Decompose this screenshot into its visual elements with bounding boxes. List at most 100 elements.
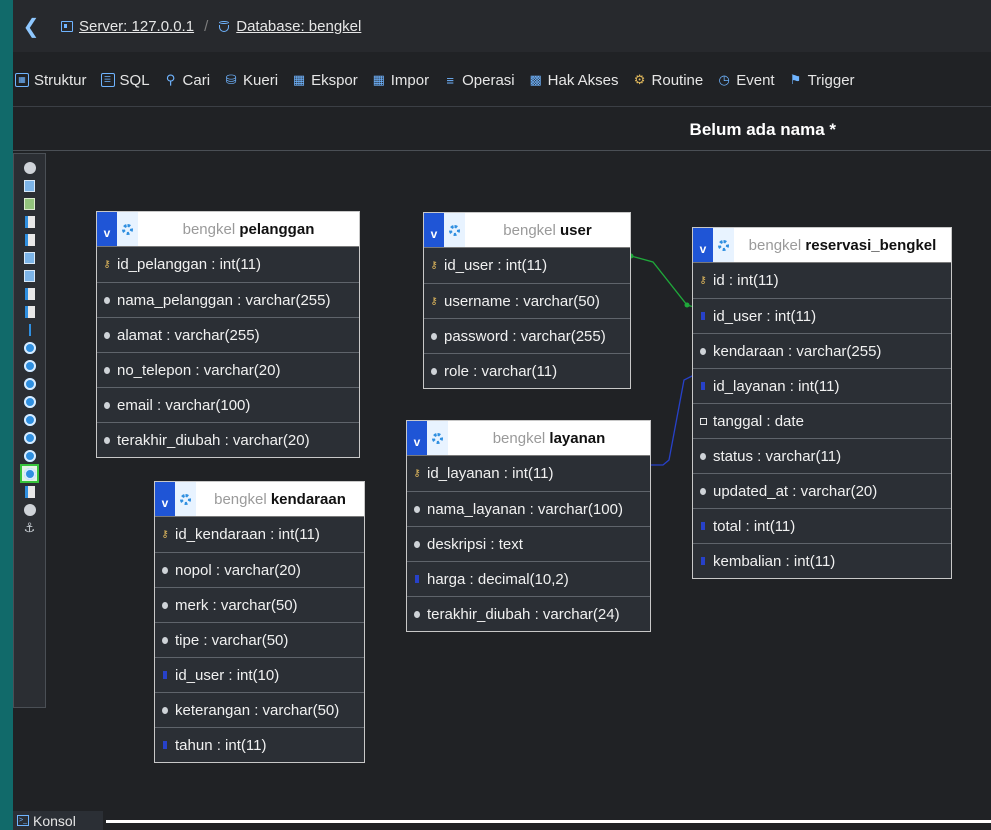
table-header[interactable]: v bengkel pelanggan [97,212,359,247]
field-icon [104,331,110,339]
numeric-icon [701,522,705,530]
column-text: updated_at : varchar(20) [713,482,878,500]
column-text: nama_layanan : varchar(100) [427,500,623,518]
column-text: nopol : varchar(20) [175,561,301,579]
column-row[interactable]: nama_pelanggan : varchar(255) [97,282,359,317]
gear-icon[interactable] [713,228,734,262]
column-row[interactable]: ⚷ id_pelanggan : int(11) [97,247,359,282]
table-header[interactable]: v bengkel reservasi_bengkel [693,228,951,263]
column-row[interactable]: kendaraan : varchar(255) [693,333,951,368]
numeric-icon [415,575,419,583]
table-header[interactable]: v bengkel user [424,213,630,248]
gear-icon[interactable] [175,482,196,516]
table-header[interactable]: v bengkel kendaraan [155,482,364,517]
gear-icon[interactable] [444,213,465,247]
table-card-user[interactable]: v bengkel user ⚷ id_user : int(11) ⚷ usern… [423,212,631,389]
toggle-columns-button[interactable]: v [97,212,117,246]
column-text: terakhir_diubah : varchar(24) [427,605,620,623]
toggle-columns-button[interactable]: v [693,228,713,262]
column-row[interactable]: updated_at : varchar(20) [693,473,951,508]
column-text: id_user : int(10) [175,666,280,684]
column-text: id_kendaraan : int(11) [175,526,320,543]
column-row[interactable]: terakhir_diubah : varchar(24) [407,596,650,631]
column-text: keterangan : varchar(50) [175,701,340,719]
toggle-columns-button[interactable]: v [155,482,175,516]
column-row[interactable]: keterangan : varchar(50) [155,692,364,727]
column-row[interactable]: ⚷ id : int(11) [693,263,951,298]
date-icon [699,417,707,425]
column-text: username : varchar(50) [444,292,600,310]
column-row[interactable]: no_telepon : varchar(20) [97,352,359,387]
primary-key-icon: ⚷ [161,529,169,540]
table-name: kendaraan [270,490,346,508]
table-card-kendaraan[interactable]: v bengkel kendaraan ⚷ id_kendaraan : int(… [154,481,365,763]
numeric-icon [701,382,705,390]
table-card-pelanggan[interactable]: v bengkel pelanggan ⚷ id_pelanggan : int(… [96,211,360,458]
column-row[interactable]: terakhir_diubah : varchar(20) [97,422,359,457]
primary-key-icon: ⚷ [103,259,111,270]
column-text: role : varchar(11) [444,362,558,380]
column-row[interactable]: role : varchar(11) [424,353,630,388]
table-header[interactable]: v bengkel layanan [407,421,650,456]
field-icon [104,436,110,444]
column-row[interactable]: ⚷ id_layanan : int(11) [407,456,650,491]
column-row[interactable]: merk : varchar(50) [155,587,364,622]
column-text: id_pelanggan : int(11) [117,256,261,273]
field-icon [414,505,420,513]
column-row[interactable]: alamat : varchar(255) [97,317,359,352]
column-row[interactable]: id_user : int(11) [693,298,951,333]
column-row[interactable]: status : varchar(11) [693,438,951,473]
column-row[interactable]: ⚷ username : varchar(50) [424,283,630,318]
column-text: tahun : int(11) [175,736,267,754]
toggle-columns-button[interactable]: v [407,421,427,455]
table-card-layanan[interactable]: v bengkel layanan ⚷ id_layanan : int(11) … [406,420,651,632]
field-icon [162,566,168,574]
column-row[interactable]: tahun : int(11) [155,727,364,762]
column-text: kendaraan : varchar(255) [713,342,882,360]
column-text: nama_pelanggan : varchar(255) [117,291,331,309]
column-row[interactable]: id_layanan : int(11) [693,368,951,403]
field-icon [414,540,420,548]
toggle-columns-button[interactable]: v [424,213,444,247]
column-text: id_user : int(11) [713,307,817,325]
column-text: id_layanan : int(11) [713,377,840,395]
column-row[interactable]: password : varchar(255) [424,318,630,353]
column-text: status : varchar(11) [713,447,842,465]
column-text: tipe : varchar(50) [175,631,289,649]
field-icon [162,636,168,644]
column-text: total : int(11) [713,517,796,535]
database-name: bengkel [214,490,267,508]
table-card-reservasi-bengkel[interactable]: v bengkel reservasi_bengkel ⚷ id : int(11… [692,227,952,579]
database-name: bengkel [182,220,236,238]
console-label: Konsol [33,812,76,829]
table-name: layanan [549,429,606,447]
column-row[interactable]: id_user : int(10) [155,657,364,692]
column-text: no_telepon : varchar(20) [117,361,281,379]
gear-icon[interactable] [117,212,138,246]
column-row[interactable]: deskripsi : text [407,526,650,561]
console-tab[interactable]: >_ Konsol [13,811,103,830]
column-text: harga : decimal(10,2) [427,570,569,588]
column-row[interactable]: email : varchar(100) [97,387,359,422]
gear-icon[interactable] [427,421,448,455]
console-resize-bar[interactable] [106,820,991,823]
column-row[interactable]: ⚷ id_kendaraan : int(11) [155,517,364,552]
column-text: merk : varchar(50) [175,596,298,614]
column-row[interactable]: tanggal : date [693,403,951,438]
column-row[interactable]: total : int(11) [693,508,951,543]
relation-line-layanan-reservasi [651,374,695,466]
column-row[interactable]: kembalian : int(11) [693,543,951,578]
column-row[interactable]: nopol : varchar(20) [155,552,364,587]
column-text: id_user : int(11) [444,257,548,274]
column-text: password : varchar(255) [444,327,606,345]
primary-key-icon: ⚷ [430,260,438,271]
numeric-icon [701,557,705,565]
field-icon [104,296,110,304]
numeric-icon [163,671,167,679]
column-row[interactable]: tipe : varchar(50) [155,622,364,657]
column-row[interactable]: ⚷ id_user : int(11) [424,248,630,283]
database-name: bengkel [503,221,556,239]
column-row[interactable]: harga : decimal(10,2) [407,561,650,596]
column-row[interactable]: nama_layanan : varchar(100) [407,491,650,526]
designer-window: ❮ Server: 127.0.0.1 / Database: bengkel … [13,0,991,830]
